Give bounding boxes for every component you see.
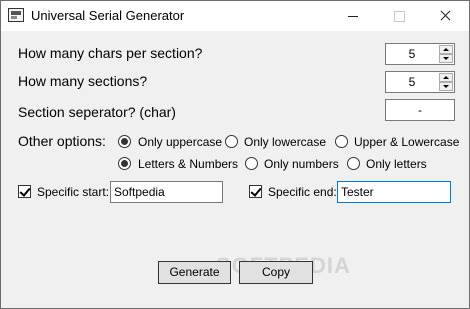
radio-only-letters[interactable] (347, 157, 360, 170)
radio-only-lowercase[interactable] (225, 135, 238, 148)
radio-only-numbers-label[interactable]: Only numbers (264, 157, 339, 171)
chars-up-arrow-icon[interactable] (439, 45, 453, 54)
close-button[interactable] (422, 1, 468, 31)
minimize-button[interactable] (330, 1, 376, 31)
separator-input[interactable]: - (385, 99, 455, 121)
maximize-button (376, 1, 422, 31)
radio-only-letters-label[interactable]: Only letters (366, 157, 427, 171)
title-bar[interactable]: Universal Serial Generator (1, 1, 469, 31)
sections-value[interactable]: 5 (386, 75, 438, 89)
window-title: Universal Serial Generator (31, 8, 185, 23)
sections-up-arrow-icon[interactable] (439, 73, 453, 82)
specific-end-label[interactable]: Specific end: (268, 185, 337, 199)
chars-down-arrow-icon[interactable] (439, 54, 453, 63)
radio-letters-numbers[interactable] (118, 157, 131, 170)
other-options-label: Other options: (18, 133, 106, 149)
separator-label: Section seperator? (char) (18, 104, 176, 120)
sections-down-arrow-icon[interactable] (439, 82, 453, 91)
form-panel: How many chars per section? 5 How many s… (1, 31, 469, 308)
radio-only-numbers[interactable] (245, 157, 258, 170)
radio-only-uppercase[interactable] (118, 135, 131, 148)
chars-per-section-label: How many chars per section? (18, 45, 203, 61)
chars-per-section-spinner[interactable]: 5 (385, 43, 455, 65)
generate-button[interactable]: Generate (158, 261, 231, 284)
radio-only-lowercase-label[interactable]: Only lowercase (244, 135, 326, 149)
copy-button[interactable]: Copy (239, 261, 313, 284)
radio-upper-lowercase-label[interactable]: Upper & Lowercase (354, 135, 459, 149)
specific-end-checkbox[interactable] (249, 185, 262, 198)
sections-spinner[interactable]: 5 (385, 71, 455, 93)
specific-start-input[interactable]: Softpedia (110, 181, 223, 203)
main-window: Universal Serial Generator How many char… (0, 0, 470, 309)
radio-only-uppercase-label[interactable]: Only uppercase (138, 135, 222, 149)
specific-start-checkbox[interactable] (18, 185, 31, 198)
radio-upper-lowercase[interactable] (335, 135, 348, 148)
specific-start-label[interactable]: Specific start: (37, 185, 109, 199)
sections-label: How many sections? (18, 73, 148, 89)
specific-end-input[interactable]: Tester (337, 181, 451, 203)
app-icon (8, 8, 24, 22)
radio-letters-numbers-label[interactable]: Letters & Numbers (138, 157, 238, 171)
chars-per-section-value[interactable]: 5 (386, 47, 438, 61)
